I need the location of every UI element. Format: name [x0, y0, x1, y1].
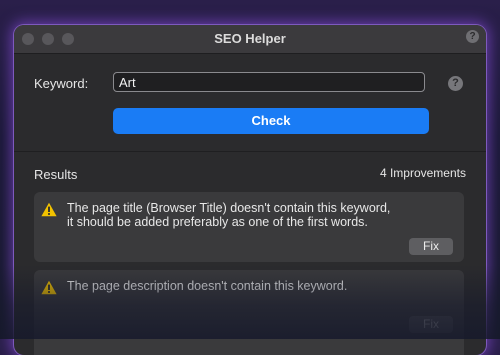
title-bar: SEO Helper ?: [14, 25, 486, 54]
fix-button[interactable]: Fix: [409, 316, 453, 333]
result-message-line: it should be added preferably as one of …: [67, 215, 368, 229]
titlebar-help-icon[interactable]: ?: [466, 30, 479, 43]
improvements-count: 4 Improvements: [379, 166, 466, 180]
help-icon[interactable]: ?: [448, 76, 463, 91]
window-title: SEO Helper: [214, 31, 286, 46]
warning-icon: [41, 202, 57, 217]
keyword-input[interactable]: Art: [113, 72, 425, 92]
section-divider: [14, 151, 486, 152]
warning-icon: [41, 280, 57, 295]
result-message-line: The page description doesn't contain thi…: [67, 279, 348, 293]
check-button[interactable]: Check: [113, 108, 429, 134]
keyword-label: Keyword:: [34, 76, 89, 91]
results-heading: Results: [34, 167, 78, 182]
app-window: SEO Helper ? Keyword: Art ? Check Result…: [14, 25, 486, 355]
result-item: The page title (Browser Title) doesn't c…: [34, 192, 464, 262]
result-item: The page description doesn't contain thi…: [34, 270, 464, 355]
fix-button[interactable]: Fix: [409, 238, 453, 255]
